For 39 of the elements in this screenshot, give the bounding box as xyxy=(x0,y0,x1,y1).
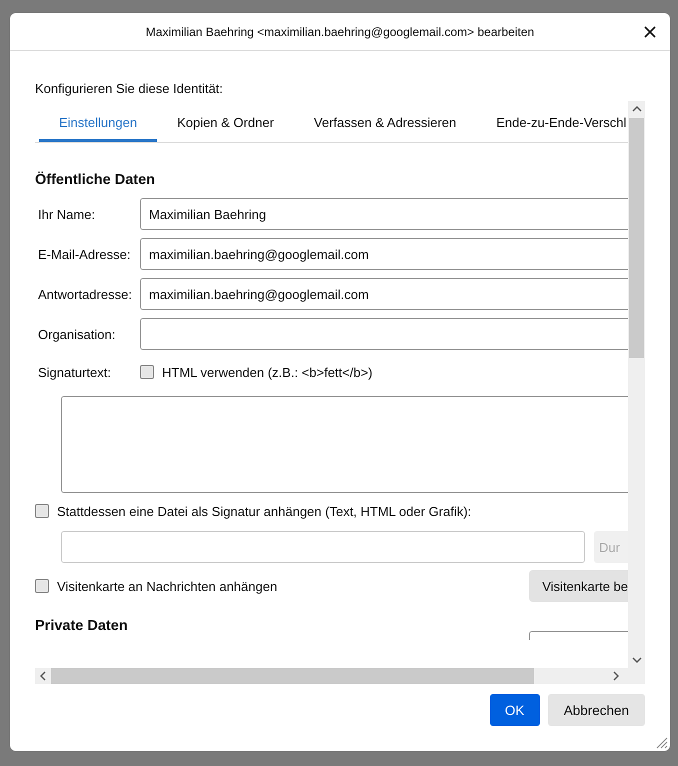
tab[interactable]: Verfassen & Adressieren xyxy=(294,103,476,142)
checkbox-label: HTML verwenden (z.B.: <b>fett</b>) xyxy=(162,364,373,380)
scroll-left-icon[interactable] xyxy=(40,671,46,681)
ok-button[interactable]: OK xyxy=(490,694,540,726)
close-icon[interactable] xyxy=(644,26,656,38)
cancel-button[interactable]: Abbrechen xyxy=(548,694,645,726)
horizontal-scrollbar[interactable] xyxy=(35,668,628,684)
tab[interactable]: Ende-zu-Ende-Verschl xyxy=(476,103,628,142)
input-field[interactable]: maximilian.baehring@googlemail.com xyxy=(140,238,628,270)
section-heading: Öffentliche Daten xyxy=(35,172,156,188)
input-field[interactable] xyxy=(140,318,628,350)
field-label: Ihr Name: xyxy=(38,206,96,222)
scrollbar-thumb[interactable] xyxy=(629,118,644,358)
intro-text: Konfigurieren Sie diese Identität: xyxy=(35,81,224,98)
field-label: E-Mail-Adresse: xyxy=(38,246,132,262)
checkbox[interactable] xyxy=(35,504,49,518)
checkbox-label: Visitenkarte an Nachrichten anhängen xyxy=(57,578,278,594)
field-label: Signaturtext: xyxy=(38,364,112,380)
signature-text-area[interactable] xyxy=(61,396,628,493)
file-path-field[interactable] xyxy=(61,531,585,563)
checkbox[interactable] xyxy=(140,365,154,379)
field-label: Organisation: xyxy=(38,326,116,342)
scroll-down-icon[interactable] xyxy=(632,657,642,663)
scrollbar-thumb[interactable] xyxy=(51,668,534,684)
field-label: Antwortadresse: xyxy=(38,286,133,302)
resize-grip-icon[interactable] xyxy=(654,735,668,749)
dialog-title: Maximilian Baehring <maximilian.baehring@googlemail.com> bearbeiten xyxy=(146,24,534,38)
section-heading: Private Daten xyxy=(35,618,128,634)
scroll-up-icon[interactable] xyxy=(632,106,642,112)
vertical-scrollbar[interactable] xyxy=(628,101,645,668)
tab[interactable]: Einstellungen xyxy=(39,103,158,142)
input-field[interactable] xyxy=(529,631,628,640)
tab[interactable]: Kopien & Ordner xyxy=(157,103,294,142)
checkbox-label: Stattdessen eine Datei als Signatur anhängen (Text, HTML oder Grafik): xyxy=(57,504,472,518)
input-field[interactable]: maximilian.baehring@googlemail.com xyxy=(140,278,628,310)
input-field[interactable]: Maximilian Baehring xyxy=(140,198,628,230)
scroll-right-icon[interactable] xyxy=(613,671,619,681)
vcard-button[interactable]: Visitenkarte be xyxy=(529,570,628,602)
checkbox[interactable] xyxy=(35,579,49,593)
